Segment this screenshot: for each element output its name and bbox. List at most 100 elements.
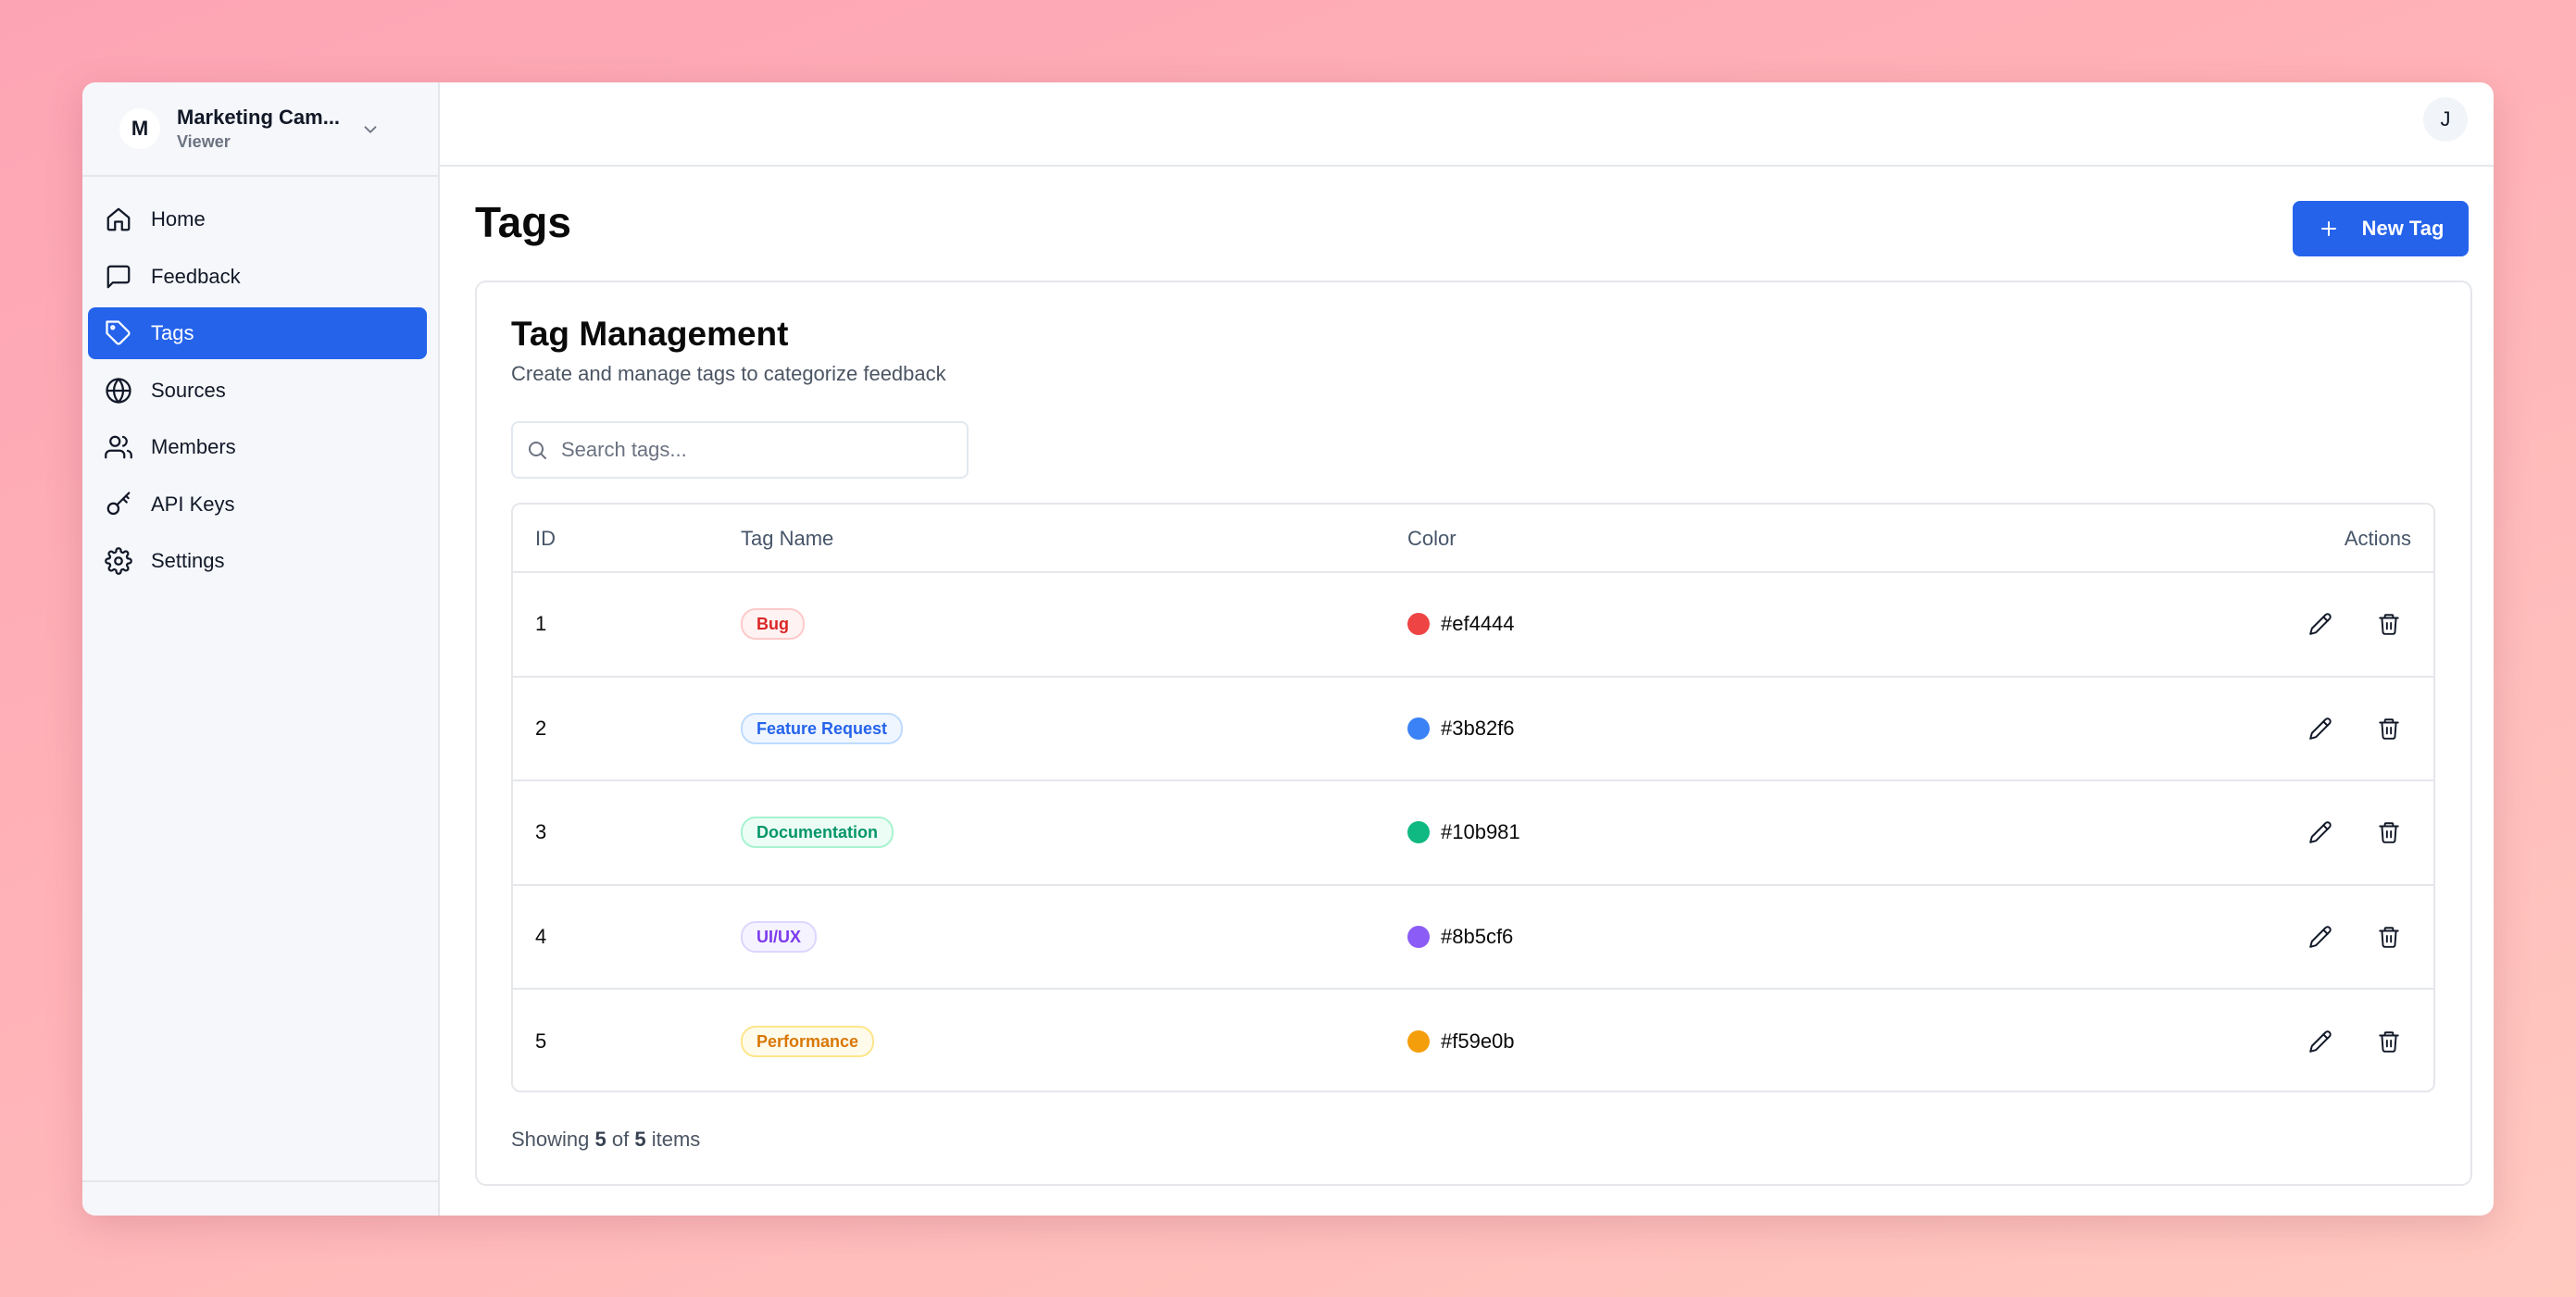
edit-button[interactable]: [2304, 920, 2337, 954]
pencil-icon: [2309, 613, 2332, 636]
table-row: 3 Documentation #10b981: [513, 781, 2433, 886]
row-actions: [2269, 712, 2406, 745]
workspace-text: Marketing Cam... Viewer: [177, 105, 340, 153]
tag-name-cell: Bug: [741, 608, 805, 641]
edit-button[interactable]: [2304, 816, 2337, 849]
edit-button[interactable]: [2304, 712, 2337, 745]
users-icon: [105, 435, 132, 459]
summary-prefix: Showing: [511, 1128, 590, 1151]
sidebar-item-label: Sources: [151, 378, 226, 402]
tag-badge: Documentation: [741, 817, 894, 849]
delete-button[interactable]: [2372, 607, 2406, 641]
trash-icon: [2379, 1031, 2399, 1054]
summary-total: 5: [634, 1128, 646, 1151]
edit-button[interactable]: [2304, 1025, 2337, 1058]
sidebar-item-home[interactable]: Home: [88, 193, 427, 245]
color-swatch: [1407, 717, 1430, 740]
main-content: J Tags New Tag Tag Management Create and…: [440, 82, 2494, 1216]
row-id: 2: [535, 716, 547, 740]
color-hex: #f59e0b: [1441, 1029, 1515, 1054]
tag-name-cell: Documentation: [741, 817, 894, 849]
color-cell: #8b5cf6: [1407, 925, 1513, 949]
column-header-id: ID: [535, 527, 556, 550]
new-tag-button[interactable]: New Tag: [2293, 201, 2469, 256]
sidebar-footer: [82, 1180, 438, 1216]
trash-icon: [2379, 927, 2399, 948]
sidebar-item-tags[interactable]: Tags: [88, 307, 427, 359]
tag-badge: Performance: [741, 1026, 875, 1058]
pencil-icon: [2309, 717, 2332, 740]
sidebar-nav: Home Feedback Tags Sources Members API K…: [82, 177, 438, 587]
color-swatch: [1407, 821, 1430, 844]
tag-badge: Feature Request: [741, 712, 904, 744]
tag-management-card: Tag Management Create and manage tags to…: [475, 281, 2472, 1186]
tag-name-cell: Feature Request: [741, 712, 904, 744]
row-id: 5: [535, 1029, 547, 1054]
card-title: Tag Management: [511, 315, 789, 353]
globe-icon: [106, 377, 131, 404]
message-square-icon: [106, 265, 131, 288]
new-tag-label: New Tag: [2361, 217, 2445, 240]
top-bar: J: [440, 82, 2494, 167]
color-hex: #3b82f6: [1441, 716, 1515, 740]
pencil-icon: [2309, 821, 2332, 844]
search-input[interactable]: [561, 438, 950, 462]
delete-button[interactable]: [2372, 1025, 2406, 1058]
color-cell: #ef4444: [1407, 612, 1515, 636]
color-swatch: [1407, 1030, 1430, 1054]
table-row: 1 Bug #ef4444: [513, 573, 2433, 678]
page-title: Tags: [475, 198, 571, 246]
row-actions: [2269, 920, 2406, 954]
trash-icon: [2379, 718, 2399, 740]
row-actions: [2269, 607, 2406, 641]
sidebar-item-feedback[interactable]: Feedback: [88, 251, 427, 303]
trash-icon: [2379, 614, 2399, 636]
edit-button[interactable]: [2304, 607, 2337, 641]
column-header-color: Color: [1407, 527, 1457, 550]
color-hex: #10b981: [1441, 820, 1520, 844]
workspace-switcher[interactable]: M Marketing Cam... Viewer: [82, 82, 438, 177]
delete-button[interactable]: [2372, 920, 2406, 954]
summary-of: of: [611, 1128, 630, 1151]
color-cell: #3b82f6: [1407, 717, 1515, 741]
color-cell: #10b981: [1407, 820, 1520, 844]
search-box[interactable]: [511, 421, 969, 479]
trash-icon: [2379, 822, 2399, 844]
sidebar: M Marketing Cam... Viewer Home Feedback …: [82, 82, 440, 1216]
column-header-name: Tag Name: [741, 527, 834, 550]
tag-badge: Bug: [741, 608, 805, 641]
color-hex: #ef4444: [1441, 612, 1515, 636]
workspace-name: Marketing Cam...: [177, 106, 341, 129]
summary-suffix: items: [651, 1128, 701, 1151]
tag-icon: [106, 320, 131, 345]
summary-shown: 5: [594, 1128, 606, 1151]
sidebar-item-settings[interactable]: Settings: [88, 535, 427, 587]
delete-button[interactable]: [2372, 816, 2406, 849]
color-hex: #8b5cf6: [1441, 924, 1514, 948]
workspace-avatar: M: [119, 108, 160, 149]
sidebar-item-label: Home: [151, 207, 206, 231]
sidebar-item-members[interactable]: Members: [88, 421, 427, 473]
color-cell: #f59e0b: [1407, 1029, 1515, 1054]
color-swatch: [1407, 925, 1430, 948]
color-swatch: [1407, 613, 1430, 636]
pencil-icon: [2309, 1030, 2332, 1054]
user-avatar[interactable]: J: [2423, 97, 2468, 142]
row-id: 1: [535, 612, 547, 636]
tag-name-cell: Performance: [741, 1026, 875, 1058]
sidebar-item-label: Feedback: [151, 264, 241, 288]
chevron-down-icon[interactable]: [360, 119, 381, 140]
row-id: 4: [535, 924, 547, 948]
sidebar-item-sources[interactable]: Sources: [88, 365, 427, 417]
gear-icon: [105, 547, 132, 575]
app-window: M Marketing Cam... Viewer Home Feedback …: [82, 82, 2494, 1216]
table-row: 4 UI/UX #8b5cf6: [513, 886, 2433, 990]
tags-table: ID Tag Name Color Actions 1 Bug #ef4444 …: [511, 503, 2435, 1092]
delete-button[interactable]: [2372, 712, 2406, 745]
sidebar-item-label: Tags: [151, 321, 194, 344]
table-row: 5 Performance #f59e0b: [513, 990, 2433, 1091]
row-id: 3: [535, 820, 547, 844]
tag-badge: UI/UX: [741, 920, 818, 953]
sidebar-item-api-keys[interactable]: API Keys: [88, 479, 427, 530]
row-actions: [2269, 816, 2406, 849]
